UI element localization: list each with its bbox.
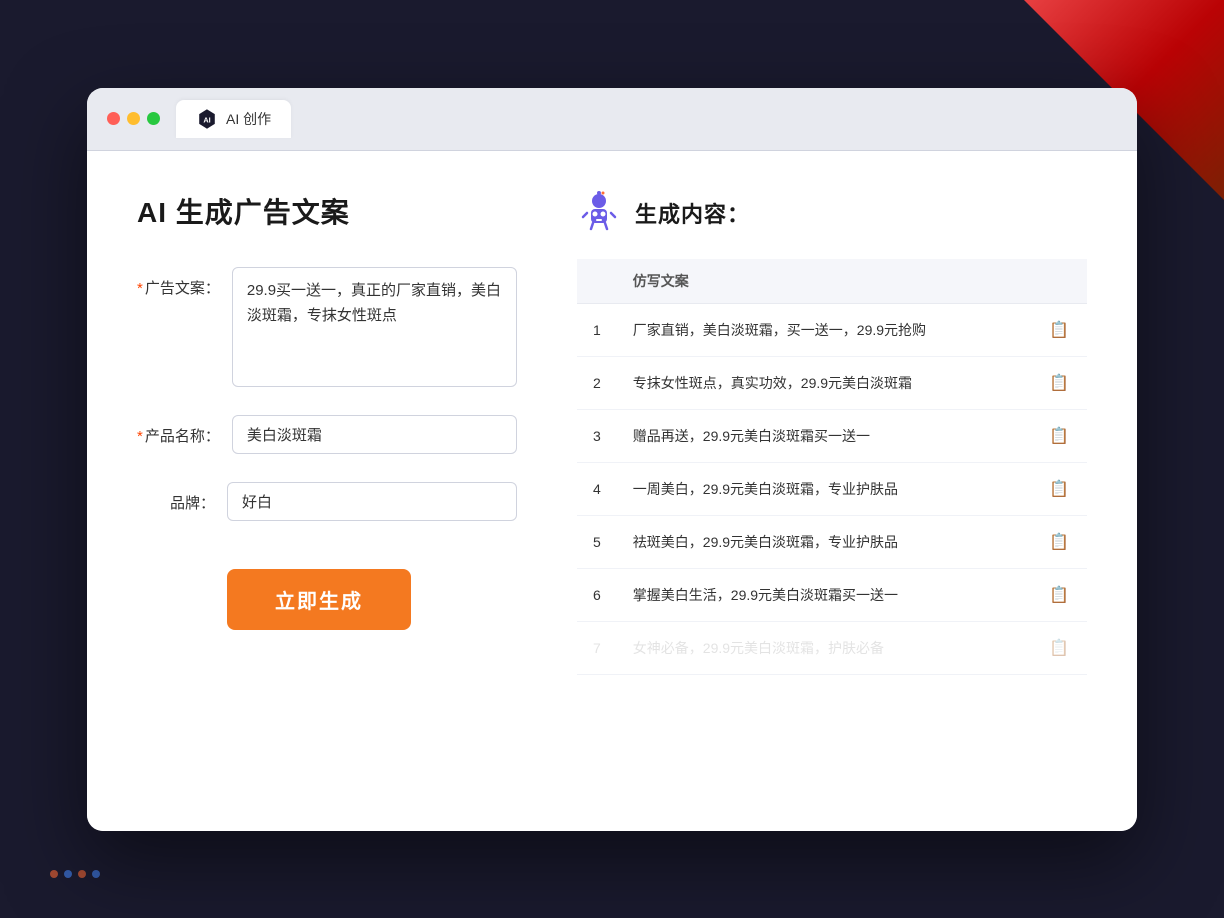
row-text: 专抹女性斑点，真实功效，29.9元美白淡斑霜 [617,356,1031,409]
row-text: 一周美白，29.9元美白淡斑霜，专业护肤品 [617,462,1031,515]
ad-copy-group: *广告文案： [137,267,517,387]
bg-dot-3 [78,870,86,878]
row-number: 3 [577,409,617,462]
robot-icon [577,191,621,235]
ad-copy-required: * [137,280,143,297]
row-number: 4 [577,462,617,515]
table-row: 1厂家直销，美白淡斑霜，买一送一，29.9元抢购 📋 [577,303,1087,356]
title-bar: AI AI 创作 [87,88,1137,151]
minimize-button[interactable] [127,112,140,125]
main-content: AI 生成广告文案 *广告文案： *产品名称： 品牌： 立 [87,151,1137,831]
table-header-action [1031,259,1087,304]
copy-button[interactable]: 📋 [1047,530,1071,554]
table-header-row: 仿写文案 [577,259,1087,304]
generate-button[interactable]: 立即生成 [227,569,411,630]
copy-button[interactable]: 📋 [1047,477,1071,501]
copy-cell: 📋 [1031,515,1087,568]
ad-copy-input[interactable] [232,267,517,387]
table-row: 3赠品再送，29.9元美白淡斑霜买一送一 📋 [577,409,1087,462]
table-header-copy: 仿写文案 [617,259,1031,304]
left-panel: AI 生成广告文案 *广告文案： *产品名称： 品牌： 立 [137,191,517,781]
copy-cell: 📋 [1031,303,1087,356]
close-button[interactable] [107,112,120,125]
copy-cell: 📋 [1031,356,1087,409]
copy-button[interactable]: 📋 [1047,424,1071,448]
maximize-button[interactable] [147,112,160,125]
browser-tab[interactable]: AI AI 创作 [176,100,291,138]
browser-window: AI AI 创作 AI 生成广告文案 *广告文案： *产品名称： [87,88,1137,831]
copy-button[interactable]: 📋 [1047,583,1071,607]
row-number: 7 [577,621,617,674]
copy-cell: 📋 [1031,409,1087,462]
ad-copy-label: *广告文案： [137,267,232,298]
brand-label: 品牌： [137,482,227,513]
product-name-input[interactable] [232,415,517,454]
table-row: 4一周美白，29.9元美白淡斑霜，专业护肤品 📋 [577,462,1087,515]
copy-cell: 📋 [1031,568,1087,621]
row-text: 祛斑美白，29.9元美白淡斑霜，专业护肤品 [617,515,1031,568]
copy-button[interactable]: 📋 [1047,371,1071,395]
row-text: 厂家直销，美白淡斑霜，买一送一，29.9元抢购 [617,303,1031,356]
result-table: 仿写文案 1厂家直销，美白淡斑霜，买一送一，29.9元抢购📋2专抹女性斑点，真实… [577,259,1087,675]
table-row: 6掌握美白生活，29.9元美白淡斑霜买一送一 📋 [577,568,1087,621]
bg-dot-2 [64,870,72,878]
right-panel: 生成内容： 仿写文案 1厂家直销，美白淡斑霜，买一送一，29.9元抢购📋2专抹女… [577,191,1087,781]
table-row: 7女神必备，29.9元美白淡斑霜，护肤必备 📋 [577,621,1087,674]
row-text: 女神必备，29.9元美白淡斑霜，护肤必备 [617,621,1031,674]
bg-dot-4 [92,870,100,878]
row-number: 5 [577,515,617,568]
result-title: 生成内容： [635,197,750,229]
svg-text:AI: AI [203,115,210,124]
bg-dot-1 [50,870,58,878]
row-number: 6 [577,568,617,621]
brand-group: 品牌： [137,482,517,521]
result-scroll: 仿写文案 1厂家直销，美白淡斑霜，买一送一，29.9元抢购📋2专抹女性斑点，真实… [577,259,1087,675]
table-row: 5祛斑美白，29.9元美白淡斑霜，专业护肤品 📋 [577,515,1087,568]
result-header: 生成内容： [577,191,1087,235]
product-name-required: * [137,428,143,445]
row-number: 2 [577,356,617,409]
ai-tab-icon: AI [196,108,218,130]
product-name-label: *产品名称： [137,415,232,446]
row-text: 掌握美白生活，29.9元美白淡斑霜买一送一 [617,568,1031,621]
table-header-num [577,259,617,304]
page-title: AI 生成广告文案 [137,191,517,231]
copy-button[interactable]: 📋 [1047,318,1071,342]
table-row: 2专抹女性斑点，真实功效，29.9元美白淡斑霜 📋 [577,356,1087,409]
brand-input[interactable] [227,482,517,521]
tab-label: AI 创作 [226,109,271,129]
copy-cell: 📋 [1031,621,1087,674]
row-text: 赠品再送，29.9元美白淡斑霜买一送一 [617,409,1031,462]
row-number: 1 [577,303,617,356]
copy-cell: 📋 [1031,462,1087,515]
window-controls [107,112,160,125]
bg-decoration-bottom-left [50,870,100,878]
product-name-group: *产品名称： [137,415,517,454]
copy-button[interactable]: 📋 [1047,636,1071,660]
